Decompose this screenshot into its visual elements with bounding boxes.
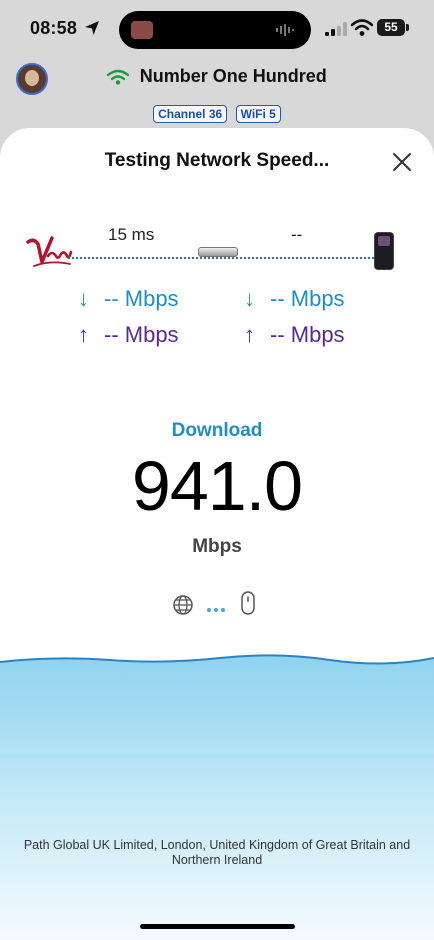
wifi-icon	[351, 19, 373, 36]
device-ping: --	[291, 225, 303, 244]
water-wave	[0, 654, 434, 940]
isp-upload-value: -- Mbps	[104, 322, 179, 347]
metric-label: Download	[171, 420, 263, 441]
route-line	[68, 257, 374, 259]
isp-ping: 15 ms	[108, 225, 155, 244]
isp-logo	[26, 236, 73, 267]
network-tags: Channel 36 WiFi 5	[0, 105, 434, 123]
network-name: Number One Hundred	[139, 66, 327, 86]
audio-wave-icon	[276, 24, 294, 36]
progress-dots	[207, 599, 229, 612]
isp-download-speed: ↓ -- Mbps	[78, 286, 179, 312]
metric-value: 941.0	[131, 447, 303, 525]
device-download-speed: ↓ -- Mbps	[244, 286, 345, 312]
device-upload-value: -- Mbps	[270, 322, 345, 347]
server-location: Path Global UK Limited, London, United K…	[23, 838, 411, 867]
wifi-icon	[107, 69, 130, 85]
globe-icon	[173, 595, 193, 615]
download-arrow-icon: ↓	[78, 286, 89, 311]
battery-indicator: 55	[377, 19, 405, 36]
metric-unit: Mbps	[192, 536, 242, 557]
status-time: 08:58	[30, 18, 78, 38]
device-upload-speed: ↑ -- Mbps	[244, 322, 345, 348]
isp-upload-speed: ↑ -- Mbps	[78, 322, 179, 348]
location-arrow-icon	[85, 21, 99, 35]
battery-tip	[406, 24, 409, 31]
dynamic-island[interactable]	[119, 11, 311, 49]
phone-icon	[374, 232, 394, 270]
sheet-title: Testing Network Speed...	[104, 150, 330, 171]
isp-download-value: -- Mbps	[104, 286, 179, 311]
wifi-standard-badge: WiFi 5	[235, 105, 281, 123]
device-download-value: -- Mbps	[270, 286, 345, 311]
upload-arrow-icon: ↑	[244, 322, 255, 347]
server-icon	[241, 591, 255, 615]
cellular-signal-icon	[325, 22, 347, 36]
live-activity-app-icon	[131, 21, 153, 39]
status-bar: 08:58 55	[0, 0, 434, 58]
close-icon[interactable]	[390, 150, 414, 174]
channel-badge: Channel 36	[153, 105, 228, 123]
upload-arrow-icon: ↑	[78, 322, 89, 347]
speed-test-sheet: Testing Network Speed... 15 ms -- ↓ -- Mb…	[0, 128, 434, 940]
network-header: Number One Hundred	[0, 66, 434, 94]
router-icon	[198, 247, 238, 257]
download-arrow-icon: ↓	[244, 286, 255, 311]
home-indicator[interactable]	[140, 924, 295, 929]
